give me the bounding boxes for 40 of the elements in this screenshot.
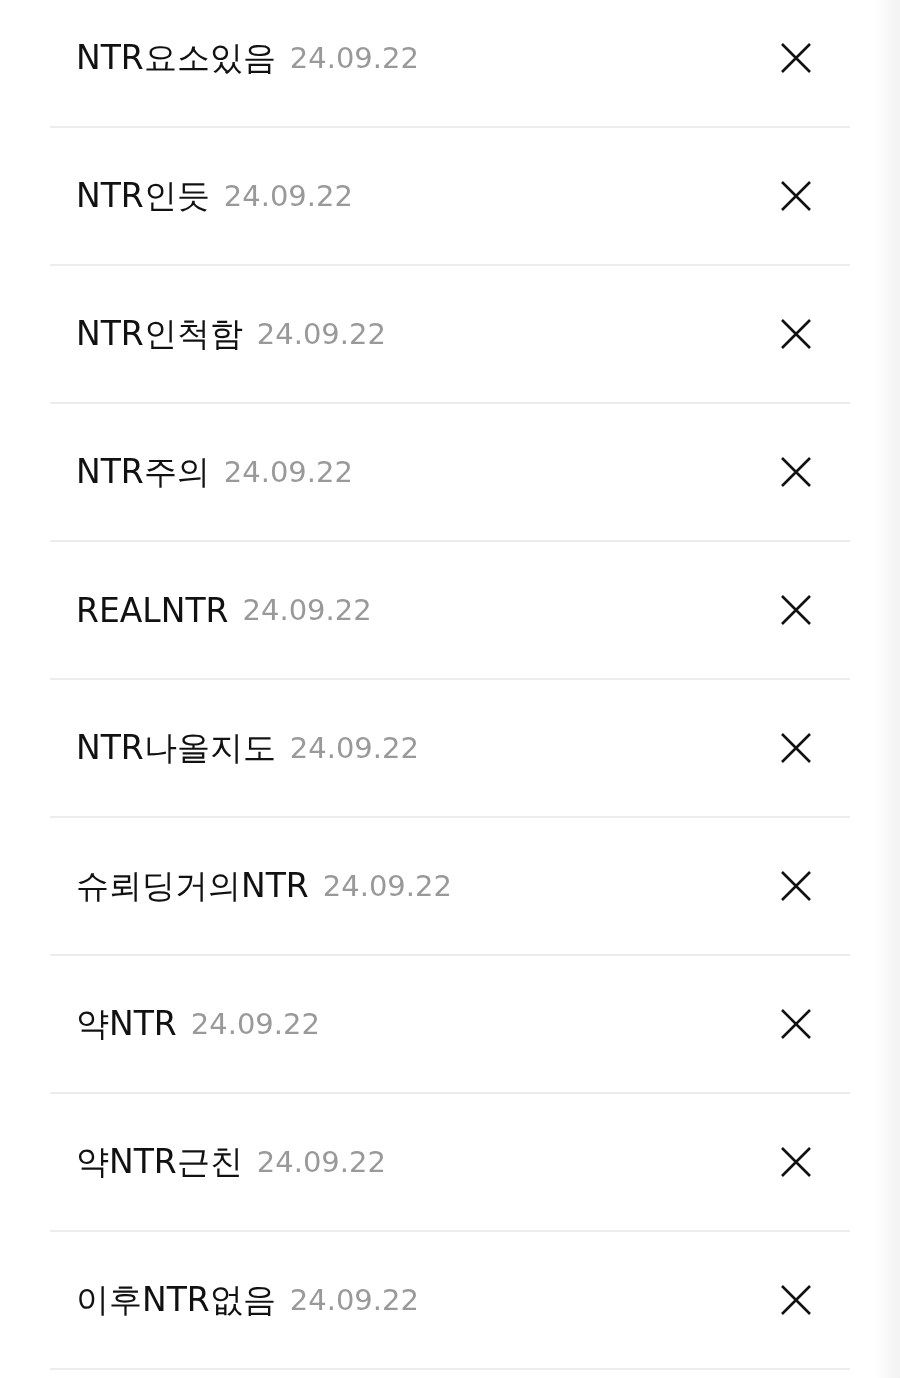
close-icon (780, 594, 812, 626)
date-text: 24.09.22 (223, 455, 353, 489)
keyword-text[interactable]: NTR주의 (76, 449, 210, 495)
close-button[interactable] (780, 1146, 812, 1178)
close-button[interactable] (780, 456, 812, 488)
date-text: 24.09.22 (256, 317, 386, 351)
close-icon (780, 42, 812, 74)
close-icon (780, 180, 812, 212)
close-button[interactable] (780, 318, 812, 350)
date-text: 24.09.22 (242, 593, 372, 627)
keyword-text[interactable]: REALNTR (76, 590, 229, 630)
close-icon (780, 1008, 812, 1040)
date-text: 24.09.22 (190, 1007, 320, 1041)
close-icon (780, 456, 812, 488)
keyword-text[interactable]: NTR나올지도 (76, 725, 276, 771)
close-button[interactable] (780, 732, 812, 764)
keyword-text[interactable]: NTR인척함 (76, 311, 243, 357)
close-icon (780, 1284, 812, 1316)
date-text: 24.09.22 (256, 1145, 386, 1179)
keyword-text[interactable]: 슈뢰딩거의NTR (76, 863, 309, 909)
close-button[interactable] (780, 1008, 812, 1040)
date-text: 24.09.22 (322, 869, 452, 903)
keyword-text[interactable]: 약NTR (76, 1001, 177, 1047)
close-icon (780, 732, 812, 764)
date-text: 24.09.22 (289, 41, 419, 75)
keyword-text[interactable]: 약NTR근친 (76, 1139, 243, 1185)
keyword-text[interactable]: NTR요소있음 (76, 35, 276, 81)
close-button[interactable] (780, 180, 812, 212)
keyword-text[interactable]: NTR인듯 (76, 173, 210, 219)
date-text: 24.09.22 (289, 1283, 419, 1317)
close-button[interactable] (780, 870, 812, 902)
close-button[interactable] (780, 1284, 812, 1316)
keyword-text[interactable]: 이후NTR없음 (76, 1277, 276, 1323)
close-button[interactable] (780, 594, 812, 626)
date-text: 24.09.22 (223, 179, 353, 213)
close-icon (780, 318, 812, 350)
close-button[interactable] (780, 42, 812, 74)
close-icon (780, 1146, 812, 1178)
close-icon (780, 870, 812, 902)
date-text: 24.09.22 (289, 731, 419, 765)
